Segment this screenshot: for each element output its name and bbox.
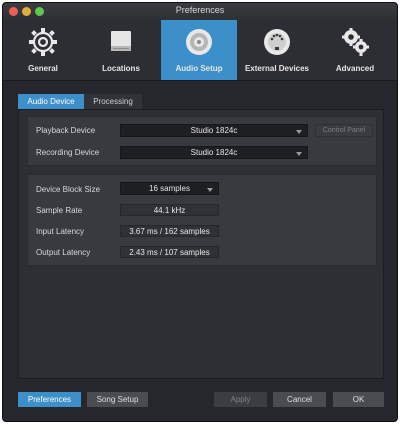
ok-button[interactable]: OK: [333, 392, 384, 407]
toolbar-label: General: [28, 64, 58, 73]
title-bar: Preferences: [3, 3, 397, 21]
playback-device-value: Studio 1824c: [190, 126, 238, 135]
recording-device-label: Recording Device: [36, 148, 100, 157]
playback-device-label: Playback Device: [36, 126, 96, 135]
output-latency-label: Output Latency: [36, 248, 91, 257]
settings-group: Device Block Size 16 samples Sample Rate…: [27, 174, 377, 266]
input-latency-value: 3.67 ms / 162 samples: [120, 225, 219, 237]
preferences-toolbar: General Locations Audio Setup External D…: [3, 20, 397, 81]
toolbar-label: Locations: [102, 64, 140, 73]
audio-device-panel: Playback Device Studio 1824c Control Pan…: [18, 109, 384, 379]
gear-icon: [29, 28, 57, 56]
chevron-down-icon: [296, 152, 302, 156]
hard-drive-icon: [111, 31, 131, 51]
block-size-select[interactable]: 16 samples: [120, 182, 219, 195]
toolbar-locations[interactable]: Locations: [83, 20, 159, 80]
gears-icon: [342, 28, 369, 56]
toolbar-general[interactable]: General: [5, 20, 81, 80]
cancel-button[interactable]: Cancel: [273, 392, 326, 407]
sample-rate-label: Sample Rate: [36, 206, 83, 215]
recording-device-value: Studio 1824c: [190, 148, 238, 157]
toolbar-label: Advanced: [335, 64, 375, 73]
toolbar-advanced[interactable]: Advanced: [317, 20, 393, 80]
toolbar-external-devices[interactable]: External Devices: [239, 20, 315, 80]
input-latency-label: Input Latency: [36, 227, 85, 236]
block-size-label: Device Block Size: [36, 185, 101, 194]
chevron-down-icon: [207, 188, 213, 192]
tab-audio-device[interactable]: Audio Device: [18, 94, 84, 109]
output-latency-value: 2.43 ms / 107 samples: [120, 246, 219, 258]
control-panel-button[interactable]: Control Panel: [315, 124, 373, 137]
toolbar-audio-setup[interactable]: Audio Setup: [161, 20, 237, 80]
playback-device-select[interactable]: Studio 1824c: [120, 124, 308, 137]
song-setup-button[interactable]: Song Setup: [87, 392, 148, 407]
midi-port-icon: [264, 29, 290, 55]
recording-device-select[interactable]: Studio 1824c: [120, 146, 308, 159]
speaker-icon: [186, 29, 212, 55]
sample-rate-value: 44.1 kHz: [120, 204, 219, 216]
device-group: Playback Device Studio 1824c Control Pan…: [27, 116, 377, 166]
preferences-button[interactable]: Preferences: [18, 392, 81, 407]
toolbar-label: Audio Setup: [175, 64, 223, 73]
tab-processing[interactable]: Processing: [84, 94, 142, 109]
window-title: Preferences: [175, 5, 225, 15]
preferences-window: Preferences General Locations Audio Setu…: [2, 2, 398, 422]
block-size-value: 16 samples: [149, 184, 190, 193]
chevron-down-icon: [296, 130, 302, 134]
apply-button[interactable]: Apply: [214, 392, 267, 407]
toolbar-label: External Devices: [244, 64, 310, 73]
